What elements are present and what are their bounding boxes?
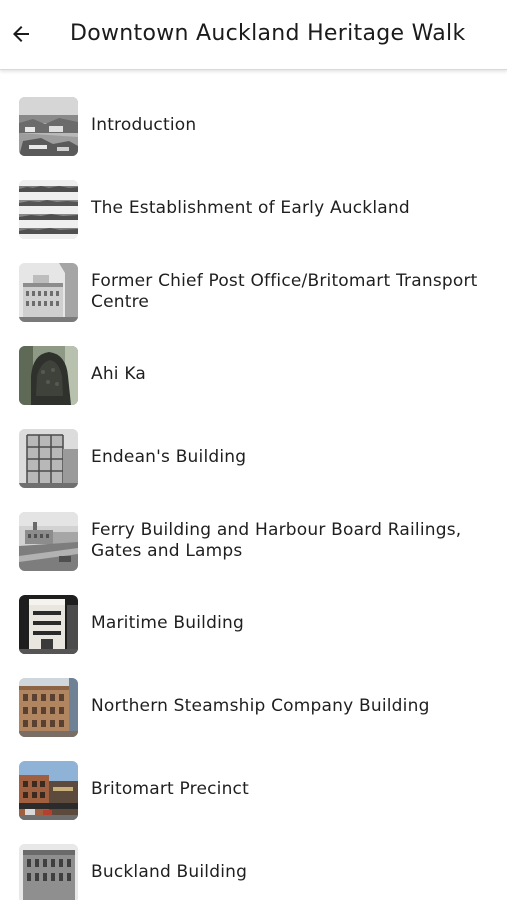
page-title: Downtown Auckland Heritage Walk: [70, 21, 466, 46]
list-item-chief-post-office[interactable]: Former Chief Post Office/Britomart Trans…: [0, 250, 507, 333]
list-item-britomart-precinct[interactable]: Britomart Precinct: [0, 748, 507, 831]
list-item-label: Endean's Building: [91, 447, 247, 467]
list-item-label: Introduction: [91, 115, 197, 135]
top-app-bar: Downtown Auckland Heritage Walk: [0, 0, 507, 70]
list-item-buckland-building[interactable]: Buckland Building: [0, 831, 507, 900]
list-item-label: Maritime Building: [91, 613, 244, 633]
list-item-label: Northern Steamship Company Building: [91, 696, 430, 716]
thumbnail-northern-steamship: [19, 678, 78, 737]
list-item-label: Ahi Ka: [91, 364, 146, 384]
thumbnail-buckland-building: [19, 844, 78, 900]
list-item-maritime-building[interactable]: Maritime Building: [0, 582, 507, 665]
thumbnail-ahi-ka: [19, 346, 78, 405]
list-item-label: Britomart Precinct: [91, 779, 249, 799]
stop-list: Introduction The Establishment of Early …: [0, 84, 507, 900]
list-item-label: The Establishment of Early Auckland: [91, 198, 410, 218]
thumbnail-chief-post-office: [19, 263, 78, 322]
list-item-label: Buckland Building: [91, 862, 248, 882]
list-item-ferry-building[interactable]: Ferry Building and Harbour Board Railing…: [0, 499, 507, 582]
arrow-left-icon: [13, 26, 29, 42]
list-item-label: Former Chief Post Office/Britomart Trans…: [91, 270, 478, 312]
list-item-establishment[interactable]: The Establishment of Early Auckland: [0, 167, 507, 250]
thumbnail-britomart-precinct: [19, 761, 78, 820]
thumbnail-endeans-building: [19, 429, 78, 488]
thumbnail-introduction: [19, 97, 78, 156]
thumbnail-ferry-building: [19, 512, 78, 571]
back-button[interactable]: [4, 17, 38, 51]
thumbnail-maritime-building: [19, 595, 78, 654]
list-item-northern-steamship[interactable]: Northern Steamship Company Building: [0, 665, 507, 748]
list-item-ahi-ka[interactable]: Ahi Ka: [0, 333, 507, 416]
list-item-introduction[interactable]: Introduction: [0, 84, 507, 167]
app-screen: Downtown Auckland Heritage Walk Introduc…: [0, 0, 507, 900]
list-item-label: Ferry Building and Harbour Board Railing…: [91, 519, 462, 561]
thumbnail-establishment: [19, 180, 78, 239]
list-item-endeans-building[interactable]: Endean's Building: [0, 416, 507, 499]
